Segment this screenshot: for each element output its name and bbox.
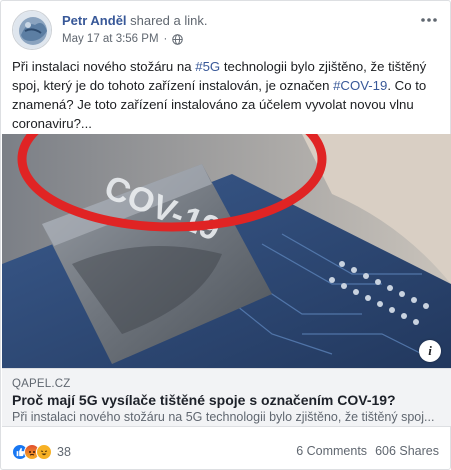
post-meta: May 17 at 3:56 PM · (62, 33, 184, 45)
post-card: Petr Anděl shared a link. May 17 at 3:56… (0, 0, 451, 470)
hashtag-5g[interactable]: #5G (195, 59, 220, 74)
post-text: Při instalaci nového stožáru na #5G tech… (12, 57, 440, 133)
post-options-button[interactable] (419, 10, 439, 30)
reactions-summary[interactable]: 38 (12, 444, 71, 460)
link-title[interactable]: Proč mají 5G vysílače tištěné spoje s oz… (12, 392, 396, 408)
more-options-icon (421, 18, 437, 22)
avatar[interactable] (12, 10, 52, 50)
engagement-counts: 6 Comments 606 Shares (296, 444, 439, 458)
separator-dot: · (163, 33, 168, 45)
comments-count-link[interactable]: 6 Comments (296, 444, 367, 458)
link-preview-image[interactable]: COV-19 i (2, 134, 451, 368)
reaction-count: 38 (57, 445, 71, 459)
link-domain: QAPEL.CZ (12, 378, 71, 390)
post-footer: 38 6 Comments 606 Shares (12, 444, 439, 464)
author-name[interactable]: Petr Anděl (62, 13, 127, 28)
post-text-segment: Při instalaci nového stožáru na (12, 59, 196, 74)
globe-icon (172, 33, 184, 45)
link-preview[interactable]: QAPEL.CZ Proč mají 5G vysílače tištěné s… (2, 368, 451, 427)
shares-count-link[interactable]: 606 Shares (375, 444, 439, 458)
info-icon[interactable]: i (419, 340, 441, 362)
post-header: Petr Anděl shared a link. May 17 at 3:56… (12, 10, 439, 50)
post-timestamp[interactable]: May 17 at 3:56 PM (62, 33, 159, 45)
haha-icon (36, 444, 52, 460)
shared-action-text: shared a link. (130, 13, 208, 28)
link-description: Při instalaci nového stožáru na 5G techn… (12, 410, 435, 424)
hashtag-cov-19[interactable]: #COV-19 (333, 78, 387, 93)
author-line: Petr Anděl shared a link. (62, 13, 207, 28)
